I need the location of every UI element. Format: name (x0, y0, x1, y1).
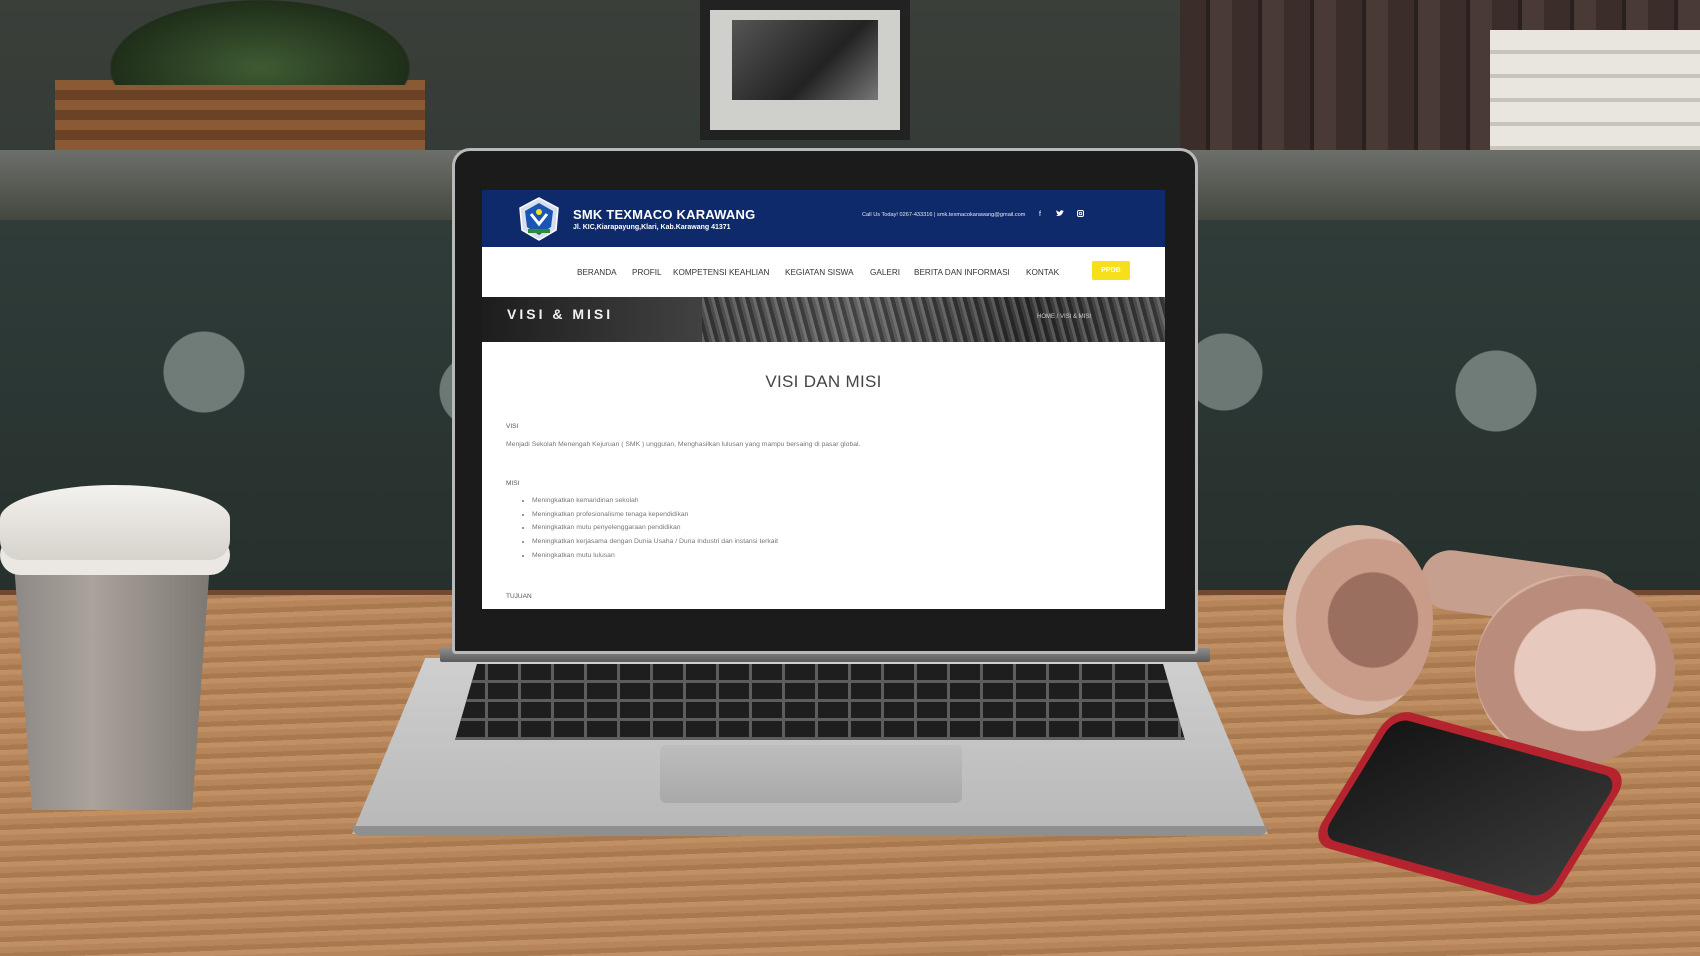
list-item: Meningkatkan kerjasama dengan Dunia Usah… (532, 538, 778, 552)
coffee-cup (12, 535, 212, 810)
tujuan-heading: TUJUAN (506, 593, 532, 600)
nav-item-kegiatan-siswa[interactable]: KEGIATAN SISWA (785, 268, 854, 277)
banner-bookshelf-image (702, 297, 1165, 342)
instagram-icon[interactable] (1075, 210, 1085, 220)
visi-text: Menjadi Sekolah Menengah Kejuruan ( SMK … (506, 441, 861, 448)
picture-frame (700, 0, 910, 140)
site-topbar: SMK TEXMACO KARAWANG Jl. KIC,Kiarapayung… (482, 190, 1165, 247)
facebook-icon[interactable]: f (1035, 210, 1045, 220)
nav-item-kontak[interactable]: KONTAK (1026, 268, 1059, 277)
ppdb-button[interactable]: PPDB (1092, 261, 1130, 280)
laptop-base-front (352, 826, 1268, 836)
misi-heading: MISI (506, 480, 520, 487)
main-navigation: BERANDA PROFIL KOMPETENSI KEAHLIAN KEGIA… (482, 247, 1165, 298)
nav-item-beranda[interactable]: BERANDA (577, 268, 617, 277)
breadcrumb[interactable]: HOME / VISI & MISI (1037, 314, 1091, 320)
nav-item-galeri[interactable]: GALERI (870, 268, 900, 277)
misi-list: Meningkatkan kemandirian sekolah Meningk… (522, 497, 778, 565)
nav-item-profil[interactable]: PROFIL (632, 268, 662, 277)
school-name[interactable]: SMK TEXMACO KARAWANG (573, 207, 755, 222)
nav-item-kompetensi-keahlian[interactable]: KOMPETENSI KEAHLIAN (673, 268, 769, 277)
school-logo-icon[interactable] (516, 196, 562, 242)
contact-info: Call Us Today! 0267-433316 | smk.texmaco… (862, 212, 1026, 218)
list-item: Meningkatkan profesionalisme tenaga kepe… (532, 511, 778, 525)
laptop-trackpad (660, 745, 962, 803)
nav-item-berita-dan-informasi[interactable]: BERITA DAN INFORMASI (914, 268, 1010, 277)
page-banner: VISI & MISI HOME / VISI & MISI (482, 297, 1165, 342)
list-item: Meningkatkan mutu lulusan (532, 552, 778, 566)
laptop-screen: SMK TEXMACO KARAWANG Jl. KIC,Kiarapayung… (482, 190, 1165, 609)
planter-box (55, 80, 425, 160)
list-item: Meningkatkan mutu penyelenggaraan pendid… (532, 524, 778, 538)
list-item: Meningkatkan kemandirian sekolah (532, 497, 778, 511)
coffee-cup-lid (0, 485, 230, 560)
banner-title: VISI & MISI (507, 306, 614, 322)
laptop-keyboard (455, 664, 1185, 740)
headphones-earcup-left (1283, 525, 1433, 715)
page-title: VISI DAN MISI (765, 372, 882, 391)
twitter-icon[interactable] (1055, 210, 1065, 220)
book-stack (1490, 30, 1700, 160)
headphones-earcup-right (1475, 575, 1675, 765)
school-address: Jl. KIC,Kiarapayung,Klari, Kab.Karawang … (573, 224, 731, 231)
visi-heading: VISI (506, 423, 519, 430)
plant (110, 0, 410, 85)
